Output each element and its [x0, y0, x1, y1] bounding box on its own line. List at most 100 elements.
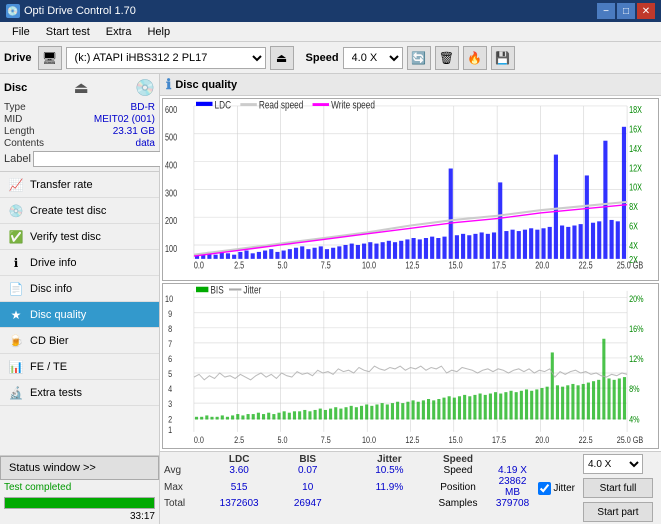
disc-type-value: BD-R — [131, 102, 155, 113]
svg-text:12.5: 12.5 — [405, 433, 419, 444]
nav-disc-quality[interactable]: ★ Disc quality — [0, 302, 159, 328]
main-container: Disc ⏏ 💿 Type BD-R MID MEIT02 (001) Leng… — [0, 74, 661, 524]
svg-text:600: 600 — [165, 104, 177, 115]
svg-text:8: 8 — [168, 323, 172, 334]
menu-extra[interactable]: Extra — [98, 24, 140, 40]
nav-create-test-disc-label: Create test disc — [30, 205, 106, 217]
nav-extra-tests[interactable]: 🔬 Extra tests — [0, 380, 159, 406]
jitter-checkbox[interactable] — [538, 482, 551, 495]
start-part-button[interactable]: Start part — [583, 502, 653, 522]
svg-text:300: 300 — [165, 187, 177, 198]
erase-button[interactable]: 🗑 — [435, 46, 459, 70]
svg-text:4%: 4% — [629, 413, 640, 424]
nav-disc-info[interactable]: 📄 Disc info — [0, 276, 159, 302]
ldc-chart-svg: 600 500 400 300 200 100 18X 16X 14X 12X … — [163, 99, 658, 280]
save-button[interactable]: 💾 — [491, 46, 515, 70]
total-ldc: 1372603 — [203, 498, 275, 509]
menu-file[interactable]: File — [4, 24, 38, 40]
svg-text:10.0: 10.0 — [362, 433, 376, 444]
svg-text:12%: 12% — [629, 353, 644, 364]
svg-text:2.5: 2.5 — [234, 260, 244, 271]
titlebar-controls[interactable]: − □ ✕ — [597, 3, 655, 19]
svg-text:25.0 GB: 25.0 GB — [617, 433, 644, 444]
close-button[interactable]: ✕ — [637, 3, 655, 19]
minimize-button[interactable]: − — [597, 3, 615, 19]
transfer-rate-icon: 📈 — [8, 178, 24, 192]
eject-button[interactable]: ⏏ — [270, 46, 294, 70]
app-title: Opti Drive Control 1.70 — [24, 5, 136, 17]
disc-panel: Disc ⏏ 💿 Type BD-R MID MEIT02 (001) Leng… — [0, 74, 159, 172]
svg-text:Jitter: Jitter — [243, 284, 262, 296]
status-window-btn[interactable]: Status window >> — [0, 456, 159, 480]
extra-tests-icon: 🔬 — [8, 386, 24, 400]
svg-text:9: 9 — [168, 308, 172, 319]
speed-select[interactable]: 4.0 X — [343, 47, 403, 69]
svg-text:12.5: 12.5 — [405, 260, 419, 271]
nav-cd-bier[interactable]: 🍺 CD Bier — [0, 328, 159, 354]
svg-text:500: 500 — [165, 132, 177, 143]
disc-quality-header-icon: ℹ — [166, 76, 171, 93]
start-full-button[interactable]: Start full — [583, 478, 653, 498]
svg-text:3: 3 — [168, 398, 172, 409]
svg-text:1: 1 — [168, 424, 172, 435]
disc-mid-label: MID — [4, 114, 22, 125]
nav-disc-quality-label: Disc quality — [30, 309, 86, 321]
svg-text:25.0 GB: 25.0 GB — [617, 260, 644, 271]
avg-label: Avg — [164, 465, 203, 476]
jitter-checkbox-label[interactable]: Jitter — [538, 482, 575, 495]
svg-text:8X: 8X — [629, 201, 638, 212]
svg-text:200: 200 — [165, 215, 177, 226]
burn-button[interactable]: 🔥 — [463, 46, 487, 70]
nav-create-test-disc[interactable]: 💿 Create test disc — [0, 198, 159, 224]
disc-type-label: Type — [4, 102, 26, 113]
svg-text:18X: 18X — [629, 104, 642, 115]
create-test-disc-icon: 💿 — [8, 204, 24, 218]
nav-cd-bier-label: CD Bier — [30, 335, 69, 347]
refresh-button[interactable]: 🔄 — [407, 46, 431, 70]
drive-icon-btn[interactable]: 🖥 — [38, 46, 62, 70]
nav-fe-te[interactable]: 📊 FE / TE — [0, 354, 159, 380]
disc-length-label: Length — [4, 126, 35, 137]
svg-text:2: 2 — [168, 413, 172, 424]
time-display: 33:17 — [0, 511, 159, 524]
toolbar: Drive 🖥 (k:) ATAPI iHBS312 2 PL17 ⏏ Spee… — [0, 42, 661, 74]
disc-contents-label: Contents — [4, 138, 44, 149]
speed-label: Speed — [425, 465, 490, 476]
nav-verify-test-disc[interactable]: ✅ Verify test disc — [0, 224, 159, 250]
status-text: Test completed — [0, 480, 159, 495]
nav-transfer-rate-label: Transfer rate — [30, 179, 93, 191]
svg-text:20.0: 20.0 — [535, 433, 549, 444]
titlebar: 💿 Opti Drive Control 1.70 − □ ✕ — [0, 0, 661, 22]
bis-chart-container: 10 9 8 7 6 5 4 3 2 1 20% 16% 12% 8% 4% — [162, 283, 659, 449]
drive-select[interactable]: (k:) ATAPI iHBS312 2 PL17 — [66, 47, 266, 69]
svg-text:7.5: 7.5 — [321, 260, 331, 271]
status-section: Status window >> Test completed 33:17 — [0, 455, 159, 524]
speed-combo[interactable]: 4.0 X — [583, 454, 643, 474]
nav-disc-info-label: Disc info — [30, 283, 72, 295]
maximize-button[interactable]: □ — [617, 3, 635, 19]
speed-label: Speed — [306, 52, 339, 64]
menu-help[interactable]: Help — [139, 24, 178, 40]
svg-text:5.0: 5.0 — [277, 433, 287, 444]
max-bis: 10 — [275, 476, 340, 498]
disc-label-input[interactable] — [33, 151, 171, 167]
svg-text:17.5: 17.5 — [492, 260, 506, 271]
total-label: Total — [164, 498, 203, 509]
nav-list: 📈 Transfer rate 💿 Create test disc ✅ Ver… — [0, 172, 159, 406]
nav-extra-tests-label: Extra tests — [30, 387, 82, 399]
svg-text:8%: 8% — [629, 383, 640, 394]
nav-drive-info[interactable]: ℹ Drive info — [0, 250, 159, 276]
bis-header: BIS — [275, 454, 340, 465]
nav-transfer-rate[interactable]: 📈 Transfer rate — [0, 172, 159, 198]
stats-total-row: Total 1372603 26947 Samples 379708 — [164, 498, 534, 509]
sidebar: Disc ⏏ 💿 Type BD-R MID MEIT02 (001) Leng… — [0, 74, 160, 524]
svg-text:100: 100 — [165, 243, 177, 254]
samples-label: Samples — [425, 498, 490, 509]
avg-jitter: 10.5% — [353, 465, 425, 476]
svg-text:LDC: LDC — [215, 100, 231, 112]
svg-text:10: 10 — [165, 292, 173, 303]
disc-eject-icon[interactable]: ⏏ — [74, 78, 89, 98]
stats-avg-row: Avg 3.60 0.07 10.5% Speed 4.19 X — [164, 465, 534, 476]
svg-text:16%: 16% — [629, 323, 644, 334]
menu-start-test[interactable]: Start test — [38, 24, 98, 40]
